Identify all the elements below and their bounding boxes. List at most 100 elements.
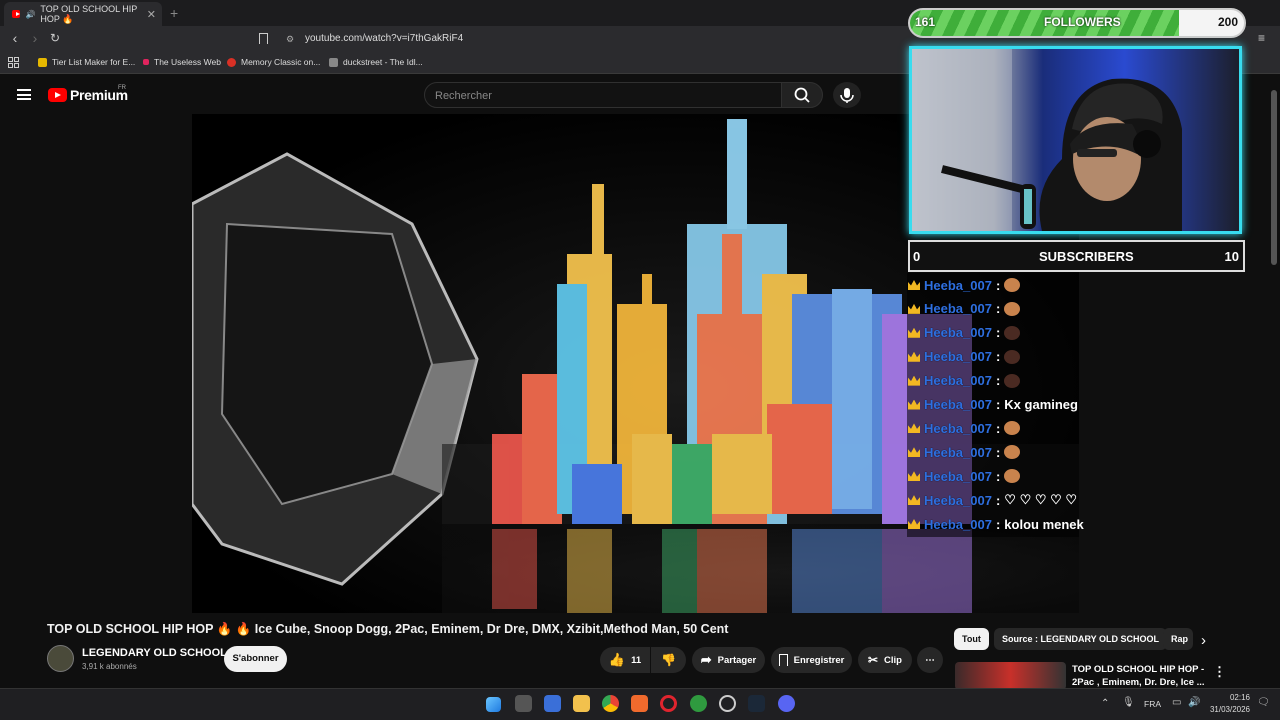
- share-icon: ➦: [700, 652, 712, 667]
- share-button[interactable]: ➦ Partager: [692, 647, 765, 673]
- logo-country: FR: [118, 85, 126, 91]
- chip-rap[interactable]: Rap: [1163, 628, 1193, 650]
- url-field[interactable]: youtube.com/watch?v=i7thGakRiF4: [305, 33, 463, 44]
- notification-icon[interactable]: 🗨: [1257, 697, 1270, 708]
- menu-icon[interactable]: ≡: [1258, 31, 1265, 45]
- back-icon[interactable]: ‹: [7, 30, 23, 46]
- forward-icon[interactable]: ›: [27, 30, 43, 46]
- subscribers-goal-bar: 0 SUBSCRIBERS 10: [908, 240, 1245, 272]
- crown-icon: [908, 280, 920, 290]
- new-tab-button[interactable]: +: [170, 5, 178, 21]
- chevron-right-icon[interactable]: ›: [1201, 632, 1206, 649]
- tab-active[interactable]: 🔊 TOP OLD SCHOOL HIP HOP 🔥 ✕: [4, 2, 162, 26]
- app-icon[interactable]: [719, 695, 736, 712]
- opera-icon[interactable]: [660, 695, 677, 712]
- chat-message: Heeba_007:: [908, 417, 1021, 439]
- chip-all[interactable]: Tout: [954, 628, 989, 650]
- chat-separator: :: [995, 397, 1001, 412]
- chat-message-text: kolou menek: [1004, 516, 1084, 532]
- speaker-icon[interactable]: 🔊: [25, 10, 35, 19]
- chrome-icon[interactable]: [602, 695, 619, 712]
- youtube-logo[interactable]: Premium: [48, 87, 128, 103]
- bookmark-item[interactable]: Tier List Maker for E...: [38, 57, 135, 67]
- chat-emote-icon: [1004, 421, 1021, 436]
- channel-avatar[interactable]: [47, 645, 74, 672]
- crown-icon: [908, 303, 920, 314]
- file-explorer-icon[interactable]: [573, 695, 590, 712]
- chat-separator: :: [995, 349, 1001, 365]
- bookmark-item[interactable]: duckstreet - The Idl...: [329, 57, 423, 67]
- tab-title: TOP OLD SCHOOL HIP HOP 🔥: [40, 3, 138, 24]
- chat-username: Heeba_007: [924, 492, 992, 508]
- subscribe-button[interactable]: S'abonner: [224, 646, 287, 672]
- crown-icon: [908, 399, 920, 410]
- language-indicator[interactable]: FRA: [1144, 699, 1161, 709]
- crown-icon: [908, 375, 920, 386]
- brave-icon[interactable]: [631, 695, 648, 712]
- clock-time[interactable]: 02:16: [1210, 693, 1250, 702]
- chat-message: Heeba_007:: [908, 370, 1021, 392]
- chat-separator: :: [995, 492, 1001, 508]
- clip-button[interactable]: ✂ Clip: [858, 647, 912, 673]
- thumbs-up-icon: 👍: [608, 652, 626, 667]
- scissors-icon: ✂: [867, 653, 879, 667]
- channel-name[interactable]: LEGENDARY OLD SCHOOL: [82, 647, 227, 659]
- chat-emote-icon: [1004, 349, 1021, 364]
- bookmark-favicon-icon: [227, 57, 236, 67]
- voice-search-button[interactable]: [833, 82, 861, 108]
- search-button[interactable]: [781, 82, 823, 108]
- search-icon: [794, 87, 810, 103]
- chat-separator: :: [995, 277, 1001, 293]
- like-button[interactable]: 👍 11: [600, 647, 650, 673]
- bookmark-icon[interactable]: [259, 33, 268, 44]
- chat-message-text: Kx gamineg: [1004, 397, 1078, 412]
- chat-separator: :: [995, 373, 1001, 389]
- steam-icon[interactable]: [748, 695, 765, 712]
- mic-icon: [840, 88, 854, 103]
- bookmark-item[interactable]: Memory Classic on...: [227, 57, 320, 67]
- windows-start-icon[interactable]: [486, 697, 501, 712]
- scrollbar-thumb[interactable]: [1271, 90, 1277, 265]
- chat-username: Heeba_007: [924, 516, 992, 532]
- thumbs-down-icon: 👎: [661, 653, 676, 667]
- webcam-overlay: [909, 46, 1242, 234]
- mic-tray-icon[interactable]: 🎙: [1122, 697, 1135, 708]
- chat-username: Heeba_007: [924, 301, 992, 317]
- chat-message: Heeba_007:: [908, 298, 1021, 320]
- video-title: TOP OLD SCHOOL HIP HOP 🔥 🔥 Ice Cube, Sno…: [47, 622, 729, 636]
- site-info-icon[interactable]: ⚙: [286, 34, 294, 45]
- xbox-icon[interactable]: [690, 695, 707, 712]
- chat-message: Heeba_007: Kx gamineg: [908, 394, 1078, 416]
- followers-goal-bar: 161 FOLLOWERS 200: [908, 8, 1246, 38]
- reload-icon[interactable]: ↻: [47, 31, 63, 45]
- chevron-up-icon[interactable]: ⌃: [1101, 698, 1109, 709]
- tab-close-icon[interactable]: ✕: [147, 8, 156, 21]
- crown-icon: [908, 327, 920, 338]
- network-icon[interactable]: ▭: [1172, 697, 1181, 708]
- task-view-icon[interactable]: [515, 695, 532, 712]
- more-actions-button[interactable]: ⋯: [917, 647, 943, 673]
- dislike-button[interactable]: 👎: [651, 647, 686, 673]
- recommendation-thumbnail[interactable]: [955, 662, 1066, 690]
- recommendation-menu-icon[interactable]: ⋮: [1213, 664, 1226, 680]
- chat-emote-icon: [1004, 301, 1021, 316]
- crown-icon: [908, 423, 920, 434]
- chat-message: Heeba_007:: [908, 346, 1021, 368]
- bookmark-item[interactable]: The Useless Web: [143, 57, 221, 67]
- chat-emote-icon: [1004, 278, 1021, 292]
- discord-icon[interactable]: [778, 695, 795, 712]
- store-icon[interactable]: [544, 695, 561, 712]
- apps-grid-icon[interactable]: [8, 57, 19, 68]
- save-button[interactable]: Enregistrer: [771, 647, 852, 673]
- youtube-favicon-icon: [12, 10, 21, 18]
- hamburger-menu-icon[interactable]: [17, 89, 31, 100]
- chip-source[interactable]: Source : LEGENDARY OLD SCHOOL: [994, 628, 1168, 650]
- subscribers-goal: 10: [1224, 249, 1239, 264]
- clock-date[interactable]: 31/03/2026: [1205, 705, 1250, 714]
- followers-label: FOLLOWERS: [1044, 15, 1121, 29]
- bookmark-favicon-icon: [143, 59, 149, 65]
- volume-icon[interactable]: 🔊: [1188, 697, 1200, 708]
- recommendation-title[interactable]: TOP OLD SCHOOL HIP HOP - 2Pac , Eminem, …: [1072, 663, 1205, 689]
- search-input[interactable]: Rechercher: [424, 82, 782, 108]
- crown-icon: [908, 519, 920, 529]
